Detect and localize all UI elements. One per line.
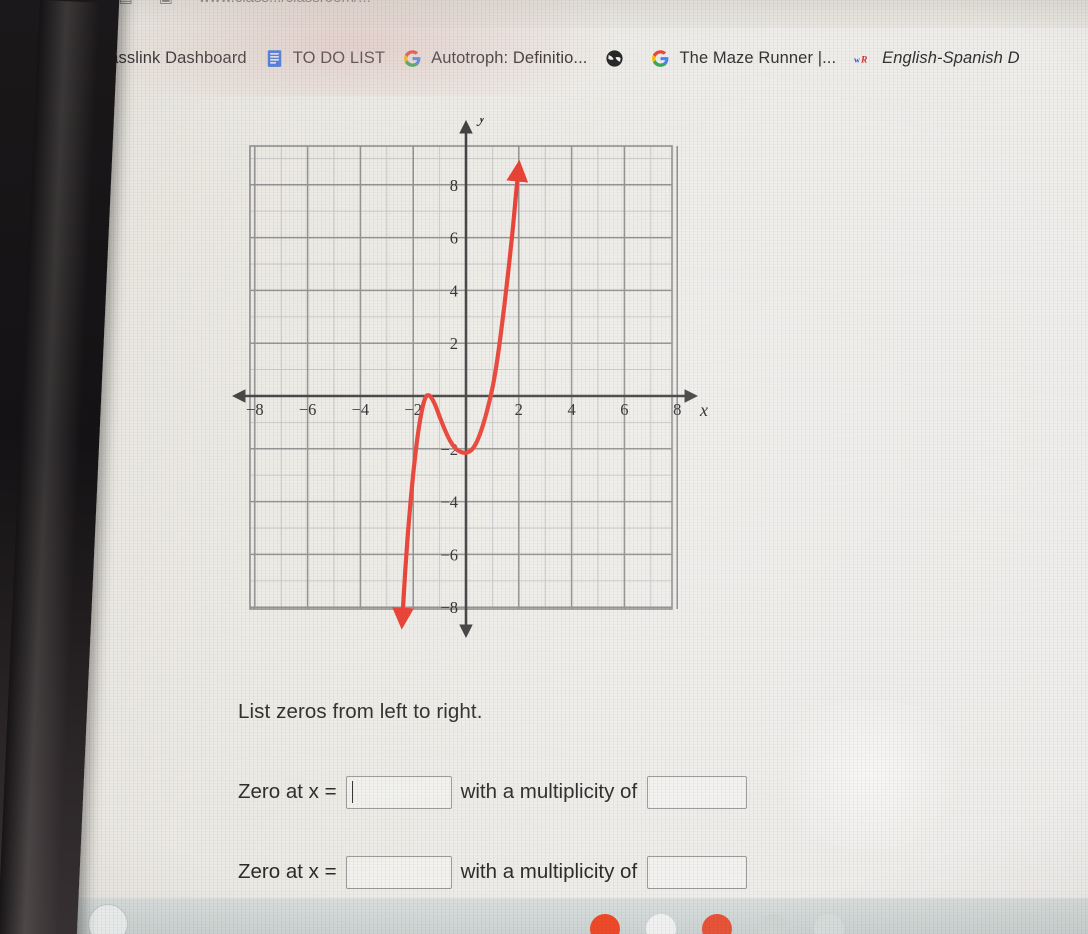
grid-major: [249, 145, 678, 610]
text-caret: [351, 781, 354, 803]
taskbar-dot[interactable]: [590, 914, 620, 934]
grid-minor: [250, 146, 672, 609]
axes: [231, 119, 699, 639]
taskbar-dot[interactable]: [758, 914, 788, 934]
zero-input-1[interactable]: [345, 776, 452, 809]
svg-text:−6: −6: [299, 400, 317, 419]
search-circle-icon[interactable]: [88, 904, 128, 934]
bookmark-label: Autotroph: Definitio...: [431, 48, 588, 67]
svg-text:2: 2: [450, 334, 458, 353]
svg-text:−4: −4: [352, 400, 370, 419]
polynomial-graph: −8−6−4−224688642−2−4−6−8xy: [231, 106, 712, 648]
quiz-content: −8−6−4−224688642−2−4−6−8xy List zeros fr…: [0, 88, 1088, 898]
bookmark-autotroph-definition[interactable]: Autotroph: Definitio...: [397, 45, 599, 72]
axis-tick-labels: −8−6−4−224688642−2−4−6−8xy: [246, 106, 708, 617]
svg-text:−8: −8: [246, 400, 264, 419]
coordinate-plane-svg: −8−6−4−224688642−2−4−6−8xy: [231, 106, 708, 639]
answer-row-2: Zero at x = with a multiplicity of: [238, 856, 748, 889]
photographed-screen: ‹ › ↻ ▤ ▣ www.class.../classroom/... WCS…: [0, 0, 1088, 934]
browser-toolbar-clipped: ‹ › ↻ ▤ ▣ www.class.../classroom/...: [0, 0, 1088, 28]
svg-text:y: y: [476, 118, 486, 126]
bookmark-label: TO DO LIST: [292, 48, 386, 67]
multiplicity-input-1[interactable]: [647, 776, 748, 809]
taskbar-dot[interactable]: [814, 914, 844, 934]
bookmark-label: English-Spanish D: [882, 48, 1020, 67]
doc-lines-icon: [267, 49, 281, 67]
bookmark-to-do-list[interactable]: TO DO LIST: [259, 45, 397, 72]
svg-text:w: w: [854, 55, 860, 64]
bookmarks-bar: WCS Classlink Dashboard TO DO LIST Autot…: [0, 28, 1088, 88]
taskbar-app-dots[interactable]: [590, 914, 844, 934]
svg-text:x: x: [699, 400, 708, 420]
bottom-bar: [0, 898, 1088, 934]
svg-text:4: 4: [567, 400, 575, 419]
answer-row-1: Zero at x = with a multiplicity of: [238, 776, 748, 809]
multiplicity-label-2: with a multiplicity of: [460, 860, 638, 884]
svg-text:6: 6: [620, 400, 628, 419]
svg-text:−6: −6: [440, 545, 458, 564]
question-prompt: List zeros from left to right.: [238, 700, 483, 723]
bookmark-globe[interactable]: [599, 45, 645, 72]
taskbar-dot[interactable]: [702, 914, 732, 934]
address-bar-text[interactable]: www.class.../classroom/...: [199, 0, 371, 6]
taskbar-dot[interactable]: [646, 914, 676, 934]
multiplicity-input-2[interactable]: [647, 856, 748, 889]
svg-text:8: 8: [673, 400, 681, 419]
bookmark-english-spanish-dictionary[interactable]: w R English-Spanish D: [848, 45, 1031, 72]
svg-text:8: 8: [450, 176, 458, 195]
svg-text:R: R: [860, 55, 867, 65]
tab-icon-b[interactable]: ▣: [159, 0, 173, 6]
svg-text:−8: −8: [440, 598, 458, 617]
svg-text:2: 2: [515, 400, 523, 419]
tab-icon-a[interactable]: ▤: [119, 0, 133, 6]
wordreference-icon: w R: [854, 55, 867, 65]
bookmark-label: The Maze Runner |...: [679, 48, 837, 67]
google-g-icon: [404, 49, 421, 67]
google-g-icon: [652, 49, 669, 67]
svg-text:6: 6: [450, 229, 458, 248]
zero-label-2: Zero at x =: [238, 860, 337, 884]
svg-text:−4: −4: [440, 493, 458, 512]
multiplicity-label-1: with a multiplicity of: [460, 780, 638, 804]
svg-text:4: 4: [450, 281, 458, 300]
zero-input-2[interactable]: [345, 856, 452, 889]
zero-label-1: Zero at x =: [238, 780, 337, 804]
globe-dark-icon: [606, 49, 624, 67]
bookmark-the-maze-runner[interactable]: The Maze Runner |...: [645, 45, 848, 72]
